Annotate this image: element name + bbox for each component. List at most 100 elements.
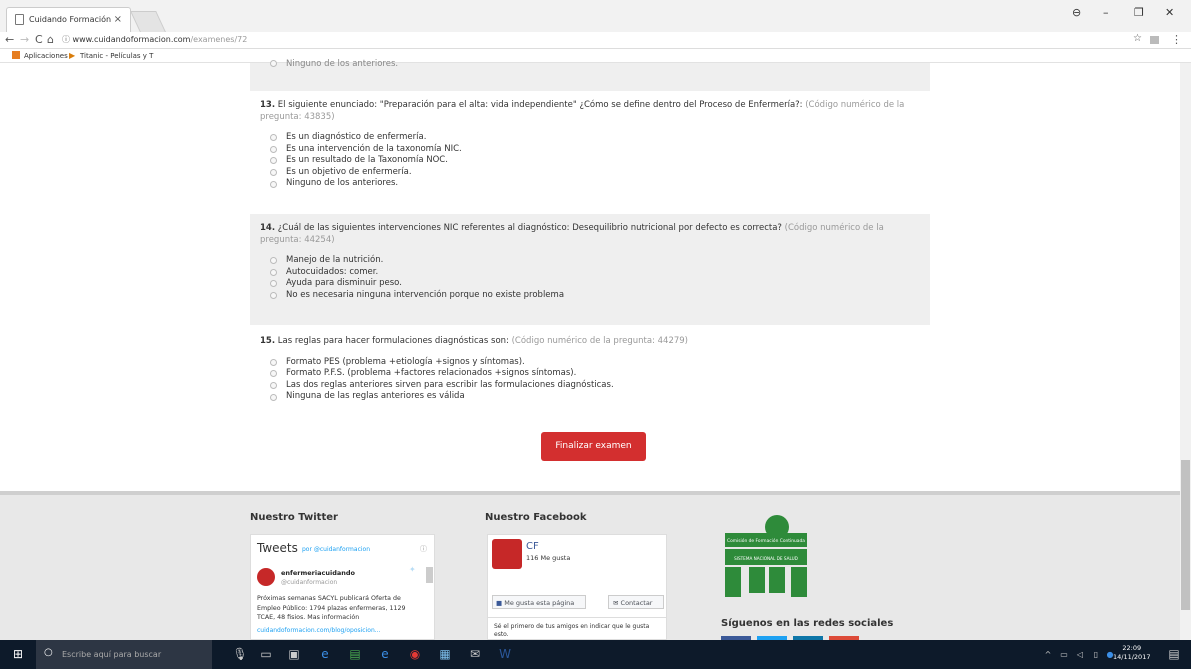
tab-title: Cuidando Formación [29,15,112,24]
tweet-handle[interactable]: @cuidanformacion [281,579,337,586]
option-label: No es necesaria ninguna intervención por… [286,289,565,300]
chrome-icon[interactable]: ◉ [403,640,427,669]
option-label: Formato P.F.S. (problema +factores relac… [286,368,577,379]
radio-button[interactable] [270,169,277,177]
profile-icon[interactable]: ⊖ [1072,6,1081,19]
radio-button[interactable] [270,180,277,188]
media-icon[interactable]: ▦ [433,640,457,669]
clock-date: 14/11/2017 [1113,653,1151,661]
info-icon[interactable]: ⓘ [420,544,427,554]
url-input[interactable]: ⓘ www.cuidandoformacion.com/examenes/72 [58,33,1158,47]
answer-option[interactable]: Es un objetivo de enfermería. [270,167,930,179]
radio-button[interactable] [270,268,277,276]
radio-button[interactable] [270,60,277,68]
avatar[interactable] [257,568,275,586]
radio-button[interactable] [270,134,277,142]
word-icon[interactable]: W [493,640,517,669]
twitter-widget: Tweets por @cuidanformacion ⓘ enfermeria… [250,534,435,640]
forward-icon[interactable]: → [20,33,29,46]
radio-button[interactable] [270,358,277,366]
extension-icon[interactable] [1150,36,1159,44]
sns-logo: Comisión de Formación Continuada SISTEMA… [723,513,809,599]
radio-button[interactable] [270,157,277,165]
fb-like-button[interactable]: ■ Me gusta esta página [492,595,586,609]
tweet-user[interactable]: enfermeriacuidando [281,569,355,577]
radio-button[interactable] [270,370,277,378]
url-path: /examenes/72 [190,35,248,44]
finish-exam-button[interactable]: Finalizar examen [541,432,646,461]
maximize-icon[interactable]: ❐ [1134,6,1144,19]
tweets-by[interactable]: por @cuidanformacion [302,546,370,553]
widget-scrollbar[interactable] [426,567,433,583]
home-icon[interactable]: ⌂ [47,33,54,46]
facebook-heading: Nuestro Facebook [485,512,587,523]
question-number: 13. [260,100,276,110]
back-icon[interactable]: ← [5,33,14,46]
ie-icon[interactable]: e [373,640,397,669]
answer-option[interactable]: Formato PES (problema +etiología +signos… [270,357,930,369]
social-heading: Síguenos en las redes sociales [721,618,894,629]
edge-icon[interactable]: e [313,640,337,669]
tab-close-icon[interactable]: × [114,14,122,25]
radio-button[interactable] [270,257,277,265]
task-view-icon[interactable]: ▭ [254,640,278,669]
answer-option[interactable]: Autocuidados: comer. [270,267,930,279]
answer-option[interactable]: Formato P.F.S. (problema +factores relac… [270,368,930,380]
answer-option[interactable]: Las dos reglas anteriores sirven para es… [270,380,930,392]
answer-option[interactable]: Ayuda para disminuir peso. [270,278,930,290]
radio-button[interactable] [270,393,277,401]
reload-icon[interactable]: C [35,33,43,46]
tab-bar [0,0,1191,32]
bookmark-titanic[interactable]: Titanic - Películas y T [80,52,153,60]
answer-option[interactable]: Manejo de la nutrición. [270,255,930,267]
answer-option[interactable]: Es un resultado de la Taxonomía NOC. [270,155,930,167]
info-icon: ⓘ [62,35,73,44]
answer-option[interactable]: Ninguna de las reglas anteriores es váli… [270,391,930,403]
question-14: 14. ¿Cuál de las siguientes intervencion… [250,214,930,325]
fb-contact-button[interactable]: ✉ Contactar [608,595,664,609]
option-label: Ninguna de las reglas anteriores es váli… [286,391,465,402]
notifications-icon[interactable]: ▤ [1162,640,1186,669]
answer-option[interactable]: Es un diagnóstico de enfermería. [270,132,930,144]
store-icon[interactable]: ▣ [282,640,306,669]
radio-button[interactable] [270,145,277,153]
play-icon: ▶ [69,51,76,60]
question-text: 14. ¿Cuál de las siguientes intervencion… [250,214,930,246]
answer-option[interactable]: Ninguno de los anteriores. [270,178,930,190]
bookmark-star-icon[interactable]: ☆ [1133,33,1142,44]
browser-tab[interactable]: Cuidando Formación × [6,7,131,32]
url-domain: www.cuidandoformacion.com [72,35,191,44]
search-placeholder: Escribe aquí para buscar [62,650,162,659]
scrollbar-thumb[interactable] [1181,460,1190,610]
minimize-icon[interactable]: – [1103,6,1109,19]
previous-question-fragment: Ninguno de los anteriores. [250,59,930,91]
option-label: Ninguno de los anteriores. [286,178,399,189]
taskbar-search[interactable]: ○ Escribe aquí para buscar [36,640,212,669]
window-close-icon[interactable]: ✕ [1165,6,1174,19]
mail-icon[interactable]: ✉ [463,640,487,669]
radio-button[interactable] [270,292,277,300]
bookmark-apps[interactable]: Aplicaciones [24,52,68,60]
fb-page-avatar[interactable] [492,539,522,569]
app-icon[interactable]: ▤ [343,640,367,669]
radio-button[interactable] [270,280,277,288]
radio-button[interactable] [270,381,277,389]
options-list: Manejo de la nutrición. Autocuidados: co… [250,246,930,301]
mail-icon: ✉ [613,599,619,607]
question-number: 14. [260,223,276,233]
mic-icon[interactable]: 🎙 [228,640,252,669]
answer-option[interactable]: Ninguno de los anteriores. [270,58,930,70]
menu-icon[interactable]: ⋮ [1171,33,1182,46]
answer-option[interactable]: No es necesaria ninguna intervención por… [270,290,930,302]
fb-page-name[interactable]: CF [526,541,539,552]
fb-like-label: Me gusta esta página [504,599,575,607]
fb-likes: 116 Me gusta [526,554,571,562]
tweet-link[interactable]: cuidandoformacion.com/blog/oposicion... [257,627,380,634]
clock[interactable]: 22:09 14/11/2017 [1113,644,1150,662]
question-text: 15. Las reglas para hacer formulaciones … [250,327,930,348]
windows-start-icon[interactable]: ⊞ [6,640,30,669]
page-icon [15,14,24,25]
cortana-icon: ○ [44,647,53,658]
answer-option[interactable]: Es una intervención de la taxonomía NIC. [270,144,930,156]
option-label: Es un objetivo de enfermería. [286,166,412,177]
